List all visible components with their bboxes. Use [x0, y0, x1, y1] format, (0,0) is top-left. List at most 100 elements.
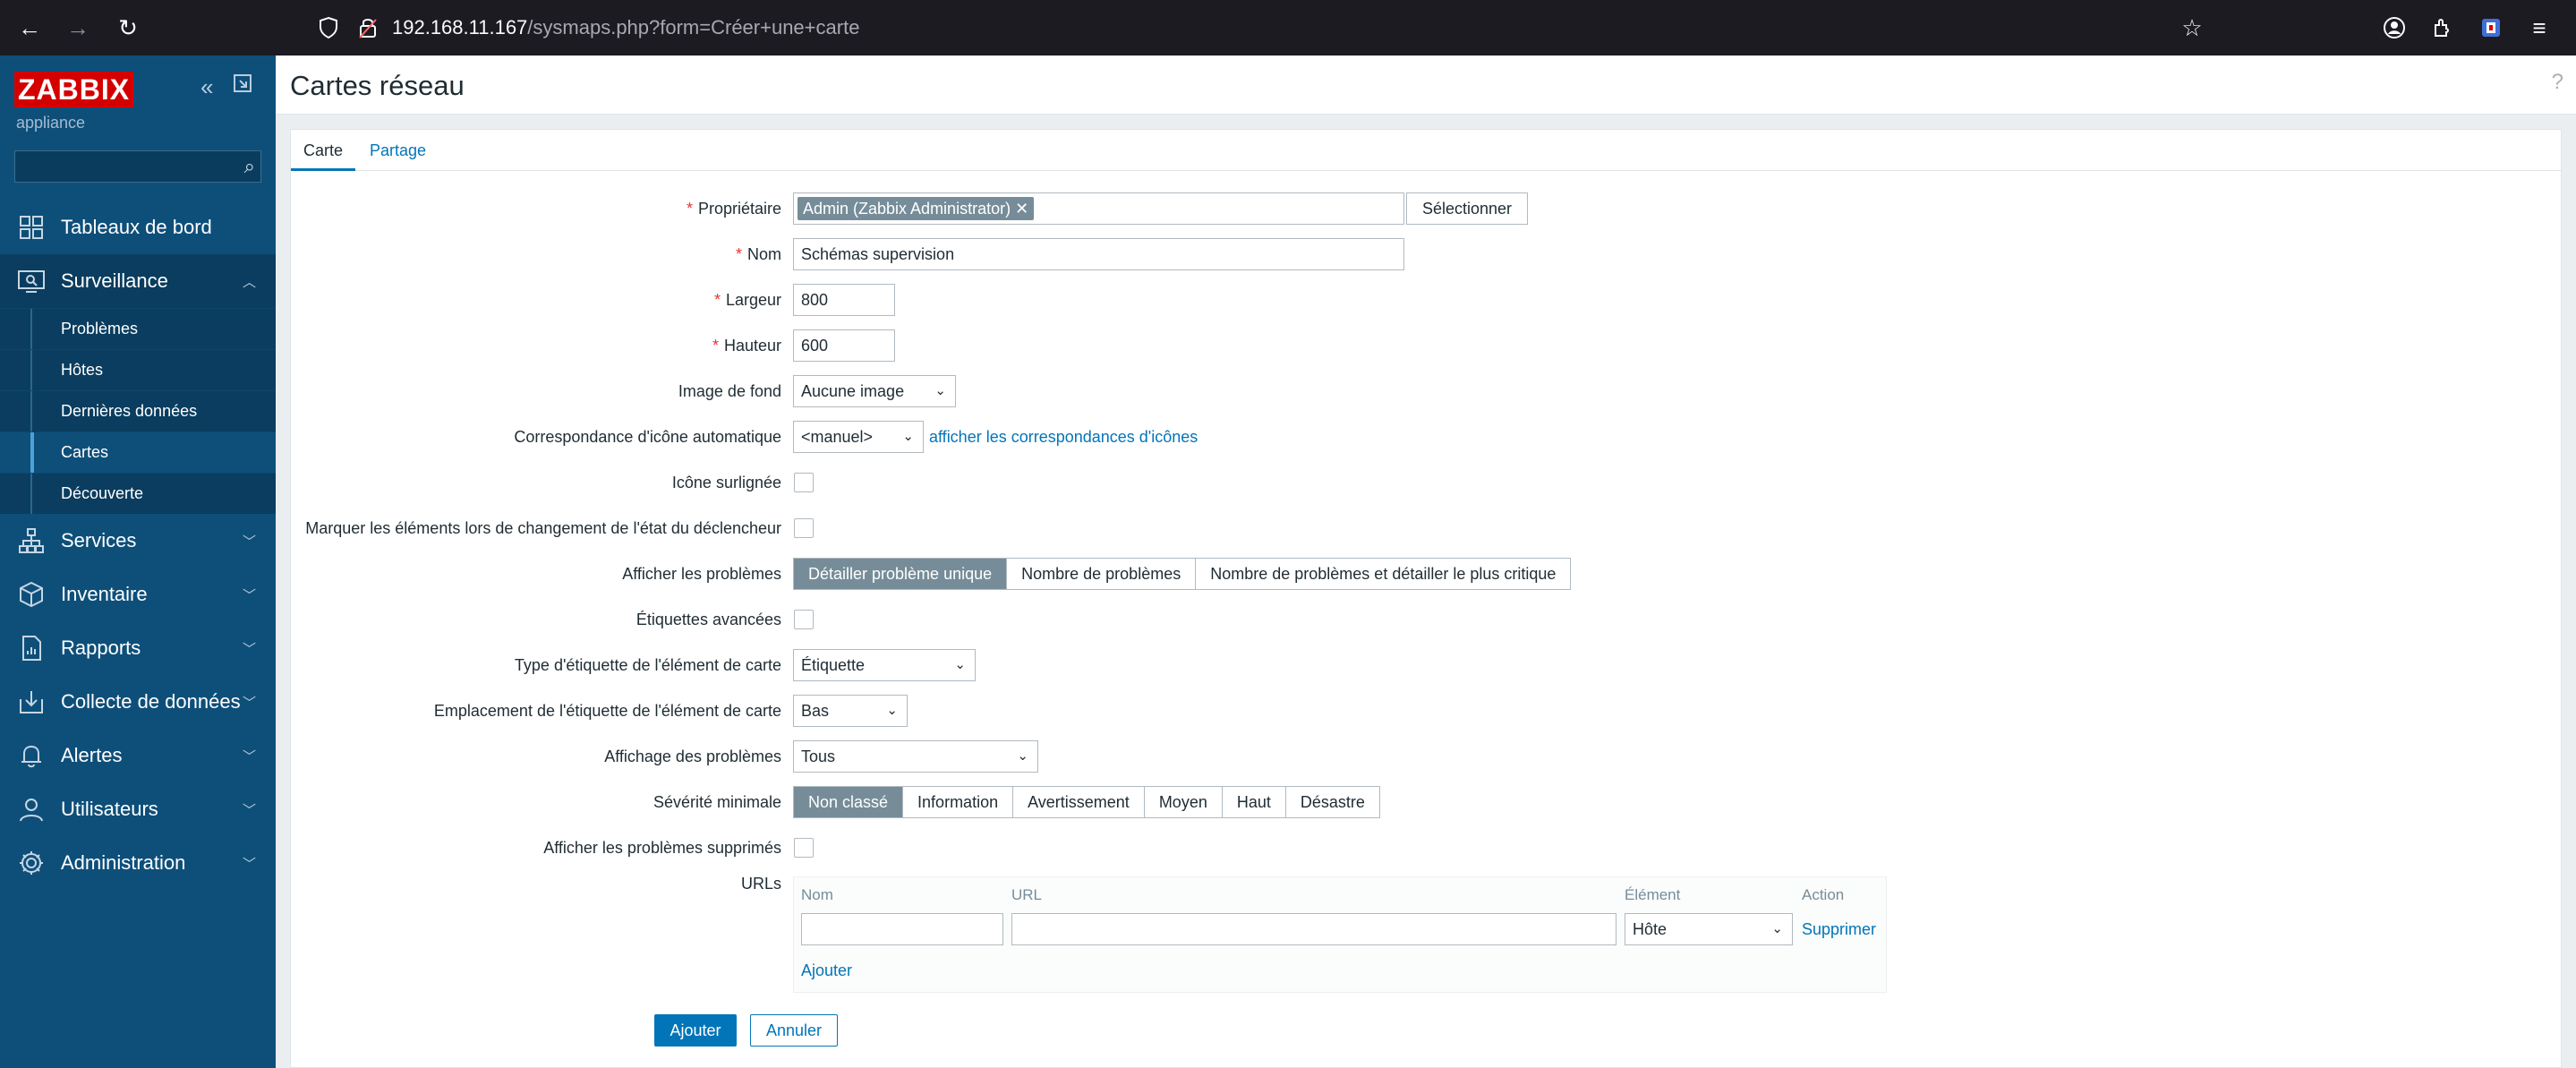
owner-multiselect[interactable]: Admin (Zabbix Administrator) ✕	[793, 192, 1404, 225]
icon-mapping-select[interactable]: <manuel> ⌄	[793, 421, 924, 453]
chevron-down-icon: ﹀	[242, 696, 256, 711]
owner-tag: Admin (Zabbix Administrator) ✕	[798, 197, 1035, 220]
forward-icon[interactable]: →	[63, 13, 93, 43]
menu-reports[interactable]: Rapports ﹀	[0, 621, 276, 675]
menu-monitoring[interactable]: Surveillance ︿	[0, 254, 276, 308]
label-location-value: Bas	[801, 702, 830, 720]
search-icon[interactable]: ⌕	[244, 155, 255, 178]
urls-col-name: Nom	[801, 886, 833, 903]
mark-elements-label: Marquer les éléments lors de changement …	[305, 519, 781, 537]
extension-badge-icon[interactable]	[2476, 13, 2506, 43]
width-input[interactable]: 800	[793, 284, 895, 316]
menu-alerts-label: Alertes	[61, 744, 123, 766]
show-problems-option[interactable]: Nombre de problèmes et détailler le plus…	[1196, 559, 1571, 589]
back-icon[interactable]: ←	[14, 13, 45, 43]
label-location-select[interactable]: Bas ⌄	[793, 695, 908, 727]
menu-inventory[interactable]: Inventaire ﹀	[0, 568, 276, 621]
icon-mapping-value: <manuel>	[801, 428, 874, 446]
menu-monitoring-label: Surveillance	[61, 269, 168, 292]
advanced-labels-checkbox[interactable]	[794, 610, 814, 629]
extensions-icon[interactable]	[2427, 13, 2458, 43]
zabbix-logo[interactable]: ZABBIX	[14, 72, 134, 107]
sidebar-search-input[interactable]: ⌕	[14, 150, 261, 183]
help-icon[interactable]: ?	[2552, 70, 2563, 95]
menu-services[interactable]: Services ﹀	[0, 514, 276, 568]
menu-services-label: Services	[61, 529, 137, 551]
url-add-link[interactable]: Ajouter	[801, 954, 852, 987]
remove-tag-icon[interactable]: ✕	[1015, 200, 1028, 218]
collapse-sidebar-icon[interactable]: «	[200, 73, 213, 101]
chevron-down-icon: ﹀	[242, 642, 256, 657]
severity-option[interactable]: Avertissement	[1013, 787, 1145, 817]
submit-add-button[interactable]: Ajouter	[654, 1014, 737, 1047]
height-input[interactable]: 600	[793, 329, 895, 362]
submenu-hosts[interactable]: Hôtes	[0, 349, 276, 390]
kiosk-mode-icon[interactable]	[233, 73, 252, 99]
bookmark-star-icon[interactable]: ☆	[2177, 13, 2207, 43]
menu-dashboards[interactable]: Tableaux de bord	[0, 201, 276, 254]
owner-tag-label: Admin (Zabbix Administrator)	[803, 200, 1011, 218]
menu-hamburger-icon[interactable]: ≡	[2524, 13, 2555, 43]
menu-alerts[interactable]: Alertes ﹀	[0, 729, 276, 782]
show-problems-option[interactable]: Nombre de problèmes	[1007, 559, 1197, 589]
url-url-input[interactable]	[1011, 913, 1616, 945]
problem-display-select[interactable]: Tous ⌄	[793, 740, 1038, 773]
chevron-down-icon: ⌄	[886, 703, 898, 718]
severity-option[interactable]: Moyen	[1144, 787, 1223, 817]
reports-icon	[16, 633, 47, 663]
label-type-value: Étiquette	[801, 656, 866, 674]
menu-inventory-label: Inventaire	[61, 583, 148, 605]
submenu-problems[interactable]: Problèmes	[0, 308, 276, 349]
urls-col-url: URL	[1011, 886, 1043, 903]
label-type-select[interactable]: Étiquette ⌄	[793, 649, 976, 681]
main-menu: Tableaux de bord Surveillance ︿ Problème…	[0, 201, 276, 890]
submenu-latest-data[interactable]: Dernières données	[0, 390, 276, 431]
show-problems-option[interactable]: Détailler problème unique	[794, 559, 1008, 589]
chevron-down-icon: ⌄	[934, 383, 946, 398]
severity-option[interactable]: Non classé	[794, 787, 904, 817]
reload-icon[interactable]: ↻	[113, 13, 143, 43]
name-input[interactable]: Schémas supervision	[793, 238, 1404, 270]
owner-select-button[interactable]: Sélectionner	[1406, 192, 1528, 225]
severity-option[interactable]: Désastre	[1285, 787, 1379, 817]
menu-data-collection[interactable]: Collecte de données ﹀	[0, 675, 276, 729]
url-remove-link[interactable]: Supprimer	[1802, 913, 1876, 945]
url-bar[interactable]: 192.168.11.167/sysmaps.php?form=Créer+un…	[392, 9, 859, 47]
severity-option[interactable]: Haut	[1222, 787, 1286, 817]
sidebar: ZABBIX « appliance ⌕ Tableaux de bord Su…	[0, 56, 276, 1068]
chevron-down-icon: ﹀	[242, 857, 256, 872]
show-icon-mappings-link[interactable]: afficher les correspondances d'icônes	[929, 421, 1198, 453]
min-severity-label: Sévérité minimale	[653, 793, 781, 811]
label-type-label: Type d'étiquette de l'élément de carte	[514, 656, 781, 674]
cancel-button[interactable]: Annuler	[750, 1014, 838, 1047]
background-image-select[interactable]: Aucune image ⌄	[793, 375, 956, 407]
url-path: /sysmaps.php?form=Créer+une+carte	[527, 16, 860, 38]
chevron-down-icon: ﹀	[242, 803, 256, 818]
menu-reports-label: Rapports	[61, 637, 141, 659]
highlight-checkbox[interactable]	[794, 473, 814, 492]
tab-map[interactable]: Carte	[291, 130, 356, 171]
chevron-down-icon: ⌄	[954, 657, 966, 672]
tab-sharing[interactable]: Partage	[357, 130, 439, 171]
background-image-label: Image de fond	[678, 382, 781, 400]
shield-icon[interactable]	[313, 13, 344, 43]
browser-toolbar: ← → ↻ 192.168.11.167/sysmaps.php?form=Cr…	[0, 0, 2576, 56]
show-problems-segmented: Détailler problème unique Nombre de prob…	[793, 558, 1572, 590]
urls-table: Nom URL Élément Action Hôte ⌄ Supprimer …	[793, 876, 1887, 993]
chevron-down-icon: ⌄	[902, 429, 914, 444]
menu-administration[interactable]: Administration ﹀	[0, 836, 276, 890]
server-name: appliance	[16, 114, 86, 132]
url-element-select[interactable]: Hôte ⌄	[1625, 913, 1793, 945]
submenu-maps[interactable]: Cartes	[0, 431, 276, 474]
monitoring-submenu: Problèmes Hôtes Dernières données Cartes…	[0, 308, 276, 514]
mark-elements-checkbox[interactable]	[794, 518, 814, 538]
highlight-label: Icône surlignée	[671, 474, 781, 491]
url-element-value: Hôte	[1633, 920, 1668, 938]
severity-option[interactable]: Information	[903, 787, 1014, 817]
url-name-input[interactable]	[801, 913, 1003, 945]
account-icon[interactable]	[2379, 13, 2410, 43]
lock-warning-icon[interactable]	[353, 13, 383, 43]
show-suppressed-checkbox[interactable]	[794, 838, 814, 858]
submenu-discovery[interactable]: Découverte	[0, 473, 276, 514]
menu-users[interactable]: Utilisateurs ﹀	[0, 782, 276, 836]
